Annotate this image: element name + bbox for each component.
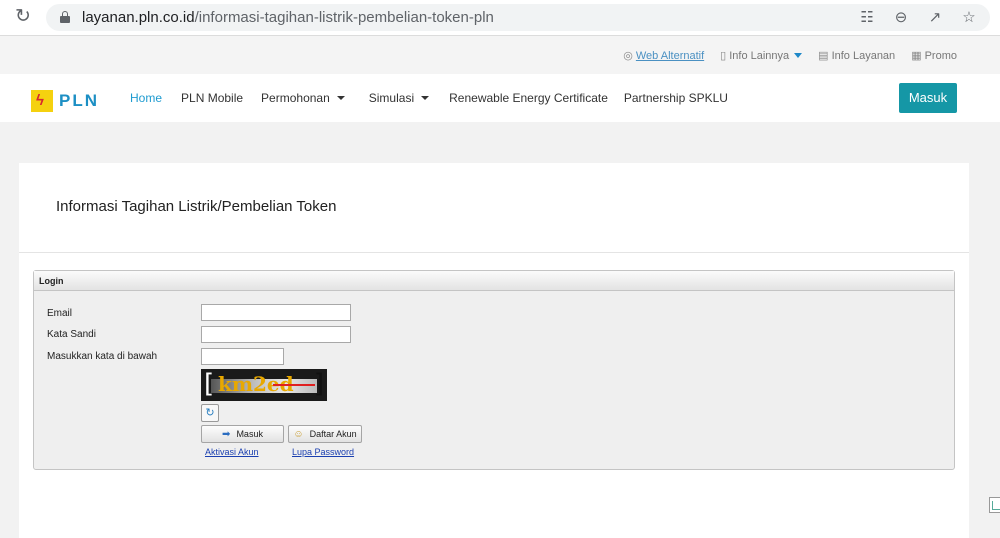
register-button[interactable]: ☺ Daftar Akun (288, 425, 362, 443)
nav-partnership-spklu-label: Partnership SPKLU (623, 91, 728, 105)
login-panel: Login Email Kata Sandi Masukkan kata di … (33, 270, 955, 470)
nav-renewable-energy[interactable]: Renewable Energy Certificate (449, 91, 608, 105)
chevron-down-icon (336, 96, 345, 100)
captcha-label: Masukkan kata di bawah (47, 351, 158, 362)
utility-bar: ◎ Web Alternatif ▯ Info Lainnya ▤ Info L… (0, 36, 1000, 74)
browser-toolbar: ↻ layanan.pln.co.id/informasi-tagihan-li… (0, 0, 1000, 36)
promo-link[interactable]: ▦ Promo (911, 49, 957, 63)
info-lainnya-label: Info Lainnya (729, 49, 790, 62)
content-card: Informasi Tagihan Listrik/Pembelian Toke… (19, 163, 969, 538)
email-label: Email (47, 308, 73, 319)
captcha-image: [ km2ed ] (201, 369, 327, 401)
logo-text: PLN (59, 91, 99, 110)
nav-home-label: Home (130, 91, 163, 105)
pln-logo[interactable]: ϟ PLN (31, 90, 99, 112)
nav-pln-mobile[interactable]: PLN Mobile (181, 91, 243, 105)
nav-renewable-energy-label: Renewable Energy Certificate (449, 91, 608, 105)
url-path: /informasi-tagihan-listrik-pembelian-tok… (194, 9, 494, 26)
web-alternatif-link[interactable]: ◎ Web Alternatif (623, 49, 705, 63)
email-input[interactable] (201, 304, 351, 321)
clipboard-icon: ▤ (818, 50, 829, 62)
masuk-button[interactable]: Masuk (899, 83, 957, 113)
login-submit-label: Masuk (236, 429, 263, 439)
page-title: Informasi Tagihan Listrik/Pembelian Toke… (56, 198, 337, 215)
login-header: Login (34, 271, 954, 291)
broken-image-icon (989, 497, 1000, 513)
nav-permohonan-label: Permohonan (261, 91, 330, 105)
refresh-captcha-icon[interactable]: ↻ (201, 404, 219, 422)
arrow-right-icon: ➡ (222, 428, 231, 440)
web-alternatif-label: Web Alternatif (635, 49, 705, 62)
pln-logo-icon: ϟ (31, 90, 53, 112)
info-layanan-label: Info Layanan (831, 49, 896, 62)
user-add-icon: ☺ (293, 428, 304, 440)
nav-home[interactable]: Home (130, 91, 162, 105)
gift-icon: ▦ (911, 50, 922, 62)
activate-account-link[interactable]: Aktivasi Akun (205, 447, 259, 457)
password-label: Kata Sandi (47, 329, 96, 340)
nav-simulasi-label: Simulasi (368, 91, 415, 105)
caret-down-icon (794, 53, 803, 58)
translate-icon[interactable]: ☷ (856, 7, 878, 28)
info-layanan-link[interactable]: ▤ Info Layanan (818, 49, 896, 63)
forgot-password-link[interactable]: Lupa Password (292, 447, 354, 457)
nav-pln-mobile-label: PLN Mobile (181, 91, 244, 105)
url-text: layanan.pln.co.id/informasi-tagihan-list… (82, 9, 494, 26)
nav-simulasi[interactable]: Simulasi (368, 91, 430, 105)
info-lainnya-dropdown[interactable]: ▯ Info Lainnya (720, 49, 803, 62)
zoom-icon[interactable]: ⊖ (890, 7, 912, 28)
nav-permohonan[interactable]: Permohonan (261, 91, 345, 105)
nav-partnership-spklu[interactable]: Partnership SPKLU (624, 91, 728, 105)
card-header: Informasi Tagihan Listrik/Pembelian Toke… (19, 163, 969, 253)
register-label: Daftar Akun (309, 429, 357, 439)
reload-icon[interactable]: ↻ (12, 6, 34, 28)
chevron-down-icon (421, 96, 430, 100)
bookmark-star-icon[interactable]: ☆ (958, 7, 980, 28)
main-navbar: ϟ PLN Home PLN Mobile Permohonan Simulas… (0, 74, 1000, 122)
globe-icon: ◎ (623, 50, 633, 62)
url-host: layanan.pln.co.id (82, 9, 195, 26)
address-bar[interactable]: layanan.pln.co.id/informasi-tagihan-list… (46, 4, 990, 31)
captcha-input[interactable] (201, 348, 284, 365)
share-icon[interactable]: ↗ (924, 7, 946, 28)
lock-icon[interactable] (60, 11, 70, 23)
password-input[interactable] (201, 326, 351, 343)
promo-label: Promo (924, 49, 957, 62)
document-icon: ▯ (720, 50, 727, 62)
login-submit-button[interactable]: ➡ Masuk (201, 425, 284, 443)
